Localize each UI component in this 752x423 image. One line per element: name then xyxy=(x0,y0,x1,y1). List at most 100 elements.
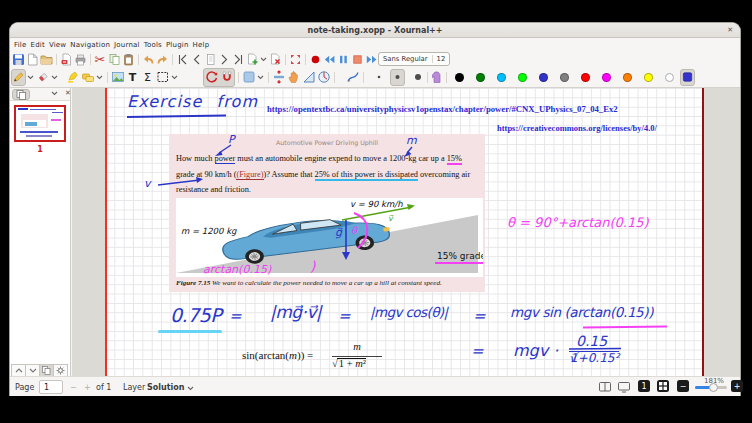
color-red-button[interactable] xyxy=(575,69,596,86)
source-link-1[interactable]: https://opentextbc.ca/universityphysicsv… xyxy=(267,104,618,114)
record-button[interactable] xyxy=(308,52,322,66)
ruler-tool-button[interactable] xyxy=(301,69,316,86)
text-tool-button[interactable]: T xyxy=(125,69,140,86)
tex-tool-button[interactable]: Σ xyxy=(140,69,155,86)
color-magenta-button[interactable] xyxy=(596,69,617,86)
color-white-swatch xyxy=(665,73,674,82)
menu-navigation[interactable]: Navigation xyxy=(69,41,111,49)
page-thumbnail[interactable] xyxy=(14,105,66,142)
vertical-space-button[interactable] xyxy=(271,69,286,86)
fill-dropdown[interactable] xyxy=(256,70,265,84)
canvas-area[interactable]: Exercise from https://opentextbc.ca/univ… xyxy=(72,88,740,378)
figure-link[interactable]: (Figure) xyxy=(236,170,263,180)
select-tool-button[interactable] xyxy=(155,69,170,86)
new-document-button[interactable] xyxy=(25,52,39,66)
next-page-button[interactable] xyxy=(217,52,231,66)
layer-chevron-icon[interactable] xyxy=(187,386,194,391)
dual-page-icon[interactable] xyxy=(599,381,611,393)
fullscreen-button[interactable] xyxy=(288,52,302,66)
sidebar-header: ✕ xyxy=(10,88,70,101)
delete-page-icon xyxy=(269,53,282,66)
hand-tool-button[interactable] xyxy=(286,69,301,86)
sidebar-tab-preview[interactable] xyxy=(12,89,30,100)
color-lightgreen-button[interactable] xyxy=(512,69,533,86)
titlebar[interactable]: note-taking.xopp - Xournal++ ✕ xyxy=(10,23,740,38)
add-page-dropdown[interactable] xyxy=(259,52,268,66)
color-yellow-button[interactable] xyxy=(638,69,659,86)
size-medium-button[interactable] xyxy=(390,69,405,86)
paste-button[interactable] xyxy=(121,52,135,66)
highlighter-tool-button[interactable] xyxy=(65,69,80,86)
menu-plugin[interactable]: Plugin xyxy=(165,41,190,49)
last-page-button[interactable] xyxy=(231,52,245,66)
print-button[interactable] xyxy=(73,52,87,66)
color-orange-button[interactable] xyxy=(617,69,638,86)
spline-tool-button[interactable] xyxy=(345,69,360,86)
stop-button[interactable] xyxy=(350,52,364,66)
pen-tool-button[interactable] xyxy=(11,69,26,86)
grid-snap-button[interactable] xyxy=(219,69,234,86)
cut-button[interactable]: ✂ xyxy=(93,52,107,66)
forward-button[interactable] xyxy=(364,52,378,66)
color-white-button[interactable] xyxy=(659,69,680,86)
save-button[interactable] xyxy=(11,52,25,66)
copy-button[interactable] xyxy=(107,52,121,66)
export-pdf-icon xyxy=(60,53,73,66)
forward-icon xyxy=(365,53,378,66)
delete-page-button[interactable] xyxy=(268,52,282,66)
color-glove-button[interactable] xyxy=(429,69,444,86)
color-black-button[interactable] xyxy=(449,69,470,86)
presentation-icon[interactable] xyxy=(618,381,630,393)
menu-view[interactable]: View xyxy=(48,41,67,49)
rewind-button[interactable] xyxy=(322,52,336,66)
menu-file[interactable]: File xyxy=(13,41,28,49)
page-decrement[interactable]: − xyxy=(70,383,77,392)
menu-help[interactable]: Help xyxy=(192,41,211,49)
protractor-tool-button[interactable] xyxy=(316,69,331,86)
svg-text:): ) xyxy=(310,258,316,274)
close-icon[interactable]: ✕ xyxy=(727,26,733,34)
image-tool-button[interactable] xyxy=(110,69,125,86)
zoom-in-button[interactable]: + xyxy=(731,380,743,392)
zoom-fit-button[interactable] xyxy=(657,380,669,392)
menu-journal[interactable]: Journal xyxy=(113,41,141,49)
pause-button[interactable] xyxy=(336,52,350,66)
menu-edit[interactable]: Edit xyxy=(30,41,46,49)
color-gray-button[interactable] xyxy=(554,69,575,86)
page[interactable]: Exercise from https://opentextbc.ca/univ… xyxy=(105,88,704,378)
size-fine-button[interactable] xyxy=(372,69,387,86)
zoom-out-button[interactable]: − xyxy=(677,380,689,392)
sidebar-collapse-button[interactable] xyxy=(51,91,58,96)
page-increment[interactable]: + xyxy=(84,383,91,392)
color-green-button[interactable] xyxy=(470,69,491,86)
shapes-dropdown[interactable] xyxy=(95,70,104,84)
open-button[interactable] xyxy=(39,52,53,66)
first-page-button[interactable] xyxy=(175,52,189,66)
pen-dropdown[interactable] xyxy=(26,70,35,84)
layer-select[interactable]: Solution xyxy=(147,383,184,392)
fill-tool-button[interactable] xyxy=(241,69,256,86)
color-lightblue-button[interactable] xyxy=(491,69,512,86)
color-picker-button[interactable] xyxy=(680,69,695,86)
shapes-tool-button[interactable] xyxy=(80,69,95,86)
menu-tools[interactable]: Tools xyxy=(143,41,163,49)
paste-icon xyxy=(122,53,135,66)
page-spin-button[interactable] xyxy=(203,52,217,66)
sidebar-close-button[interactable]: ✕ xyxy=(65,89,71,97)
undo-button[interactable] xyxy=(141,52,155,66)
rotation-snap-button[interactable] xyxy=(204,69,219,86)
eraser-tool-button[interactable] xyxy=(35,69,50,86)
font-button[interactable]: Sans Regular 12 xyxy=(378,52,450,66)
color-blue-button[interactable] xyxy=(533,69,554,86)
select-dropdown[interactable] xyxy=(170,70,179,84)
zoom-100-button[interactable]: 1 xyxy=(638,380,650,392)
source-link-2[interactable]: https://creativecommons.org/licenses/by/… xyxy=(497,123,657,133)
add-page-button[interactable] xyxy=(245,52,259,66)
size-thick-button[interactable] xyxy=(411,69,426,86)
zoom-slider-handle[interactable] xyxy=(709,383,718,392)
eraser-dropdown[interactable] xyxy=(50,70,59,84)
redo-button[interactable] xyxy=(155,52,169,66)
export-pdf-button[interactable] xyxy=(59,52,73,66)
previous-page-button[interactable] xyxy=(189,52,203,66)
page-number-input[interactable]: 1 xyxy=(39,380,63,394)
